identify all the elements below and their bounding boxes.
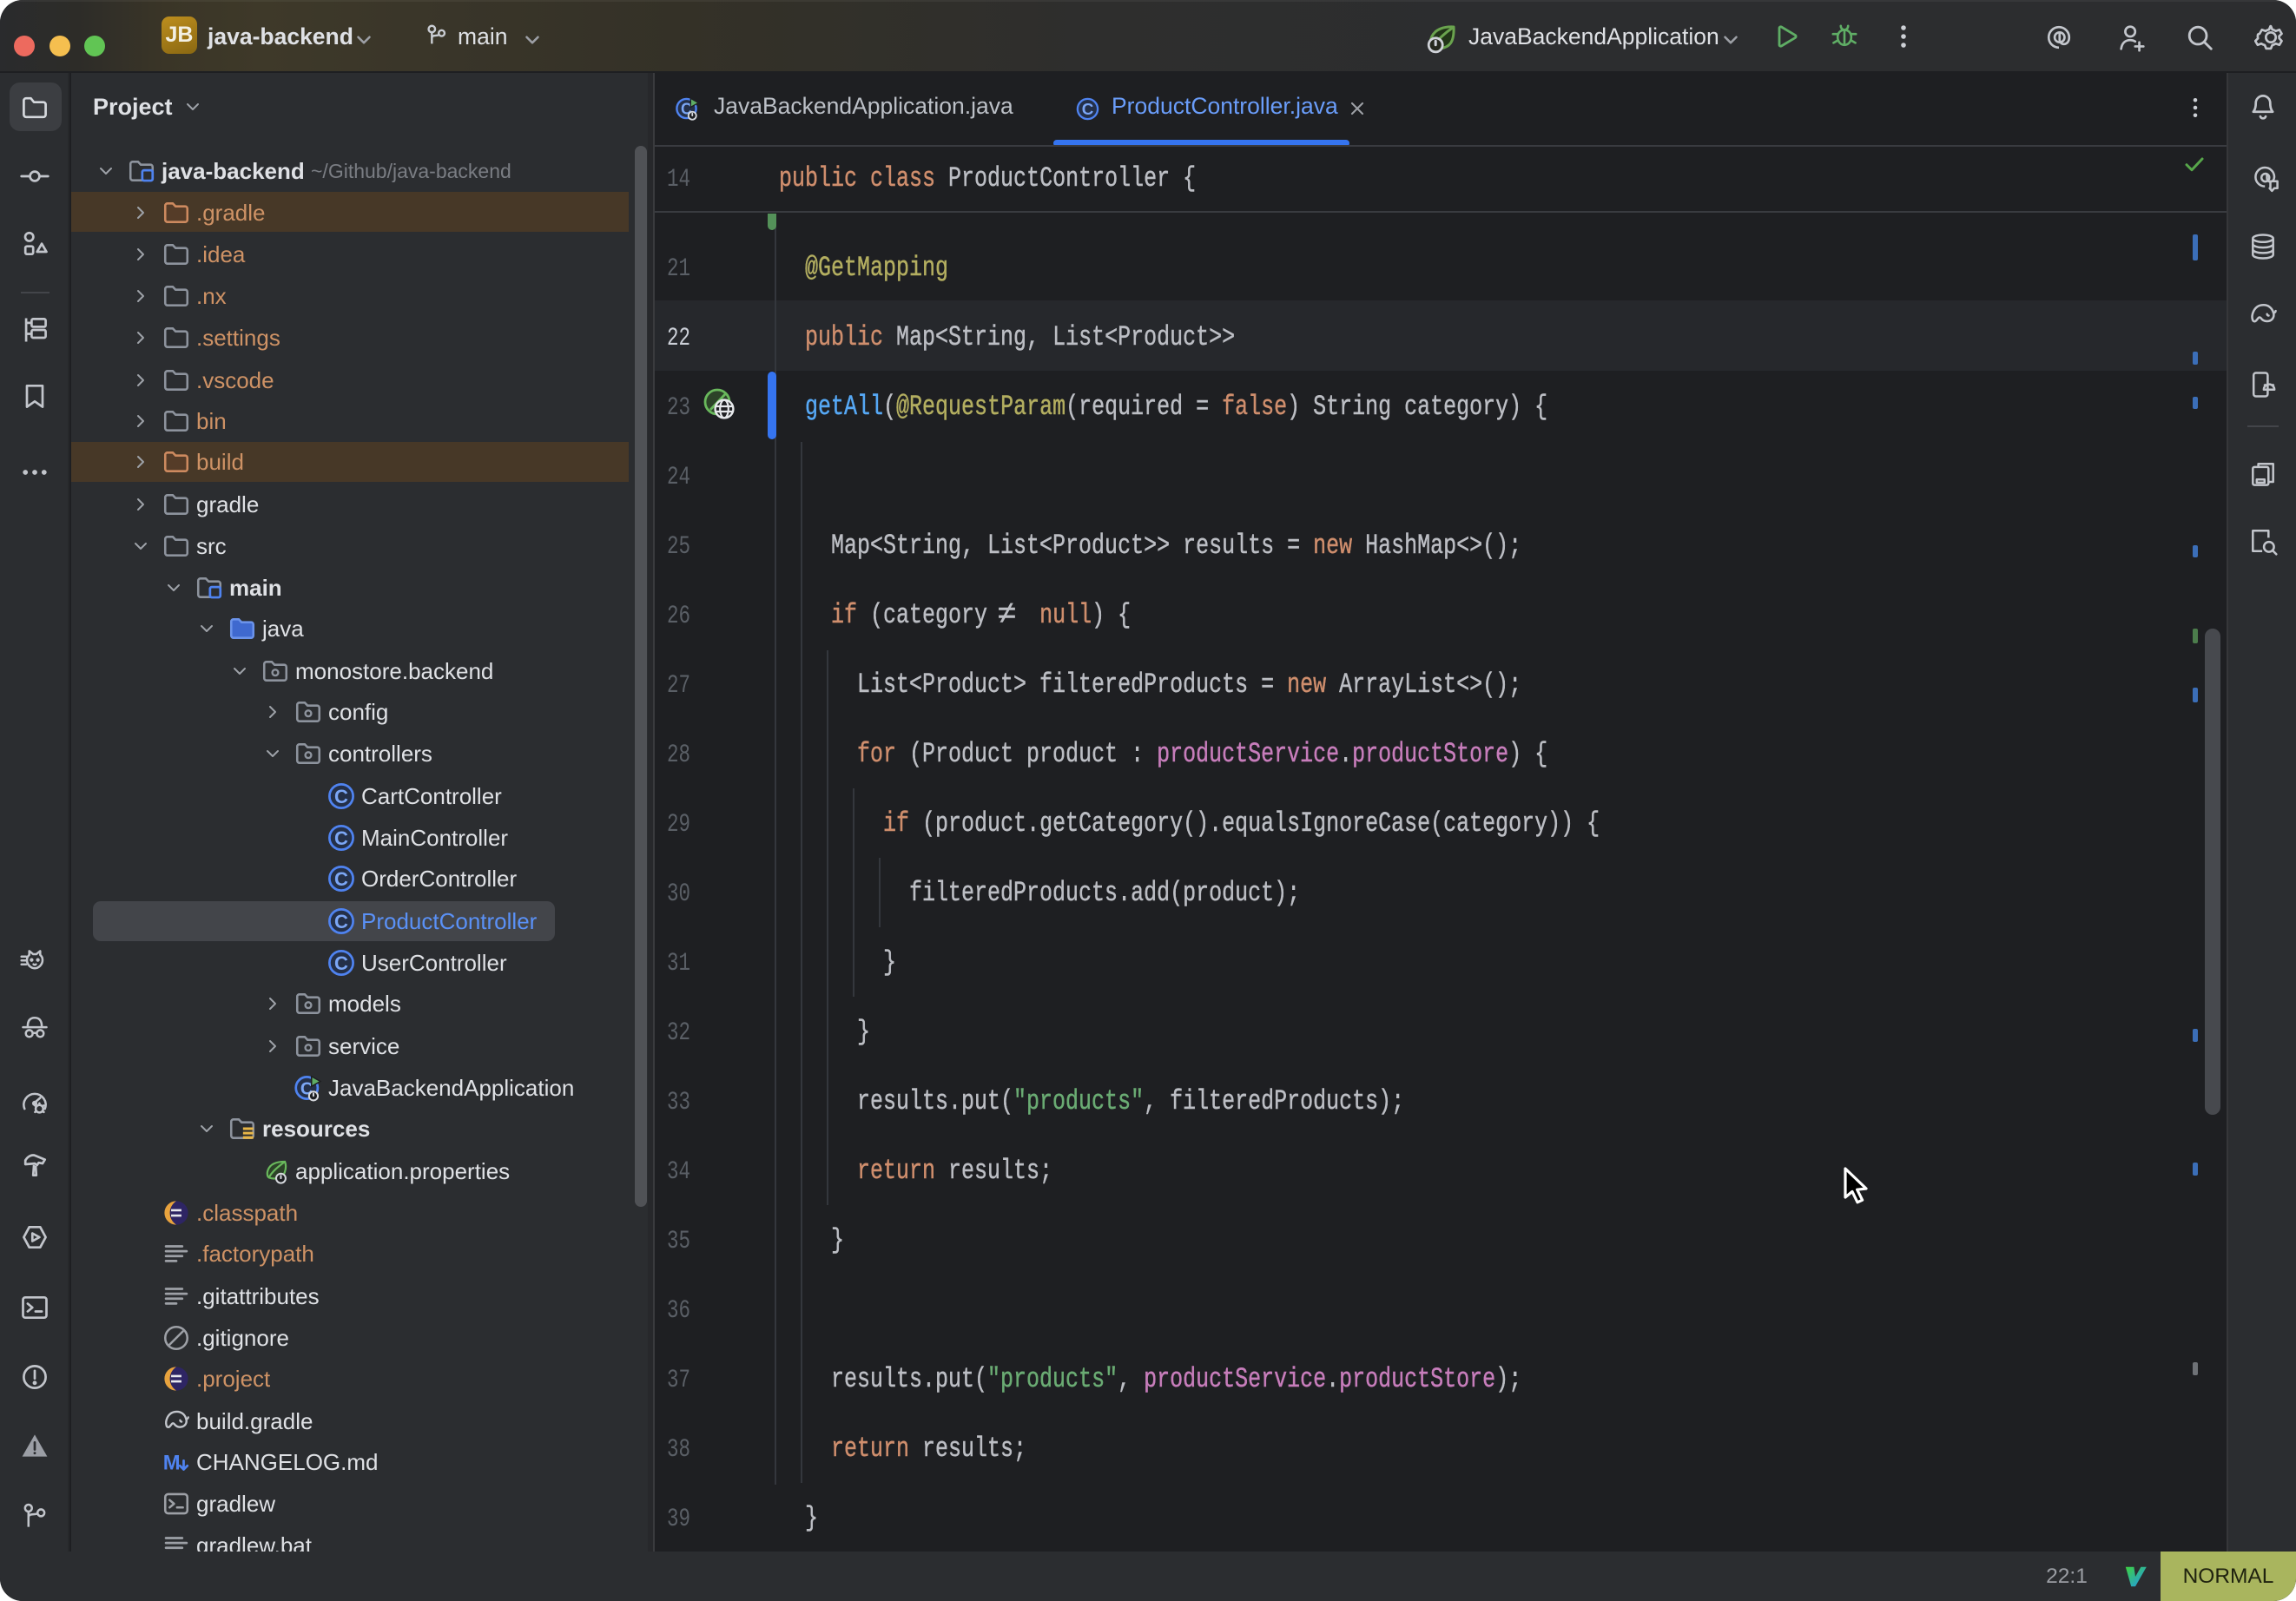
- svg-text:M: M: [163, 1452, 181, 1475]
- svg-text:C: C: [334, 911, 348, 932]
- svg-text:C: C: [334, 827, 348, 849]
- svg-text:C: C: [1082, 100, 1094, 118]
- svg-text:C: C: [334, 952, 348, 974]
- svg-text:C: C: [334, 868, 348, 890]
- svg-text:C: C: [334, 786, 348, 807]
